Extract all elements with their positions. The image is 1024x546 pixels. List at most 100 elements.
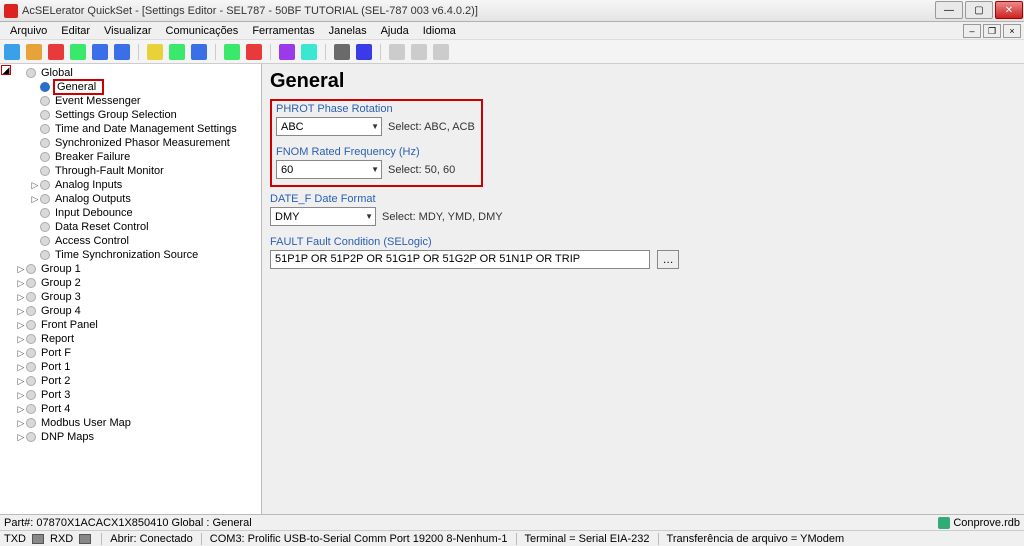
toolbar-icon-11[interactable]: [246, 44, 262, 60]
expand-icon[interactable]: ▷: [16, 418, 26, 429]
tree-collapse-icon[interactable]: ◢: [1, 65, 11, 75]
tree-item[interactable]: ▷Group 2: [2, 276, 259, 290]
menu-comunicacoes[interactable]: Comunicações: [160, 24, 245, 38]
toolbar-icon-14[interactable]: [334, 44, 350, 60]
toolbar-icon-9[interactable]: [191, 44, 207, 60]
toolbar-icon-17[interactable]: [411, 44, 427, 60]
menu-idioma[interactable]: Idioma: [417, 24, 462, 38]
tree-item[interactable]: ▷Modbus User Map: [2, 416, 259, 430]
status-com: COM3: Prolific USB-to-Serial Comm Port 1…: [210, 533, 508, 545]
toolbar-icon-7[interactable]: [147, 44, 163, 60]
toolbar-icon-8[interactable]: [169, 44, 185, 60]
tree-item[interactable]: ▷DNP Maps: [2, 430, 259, 444]
fault-ellipsis-button[interactable]: …: [657, 250, 679, 269]
tree-item[interactable]: ▷Group 3: [2, 290, 259, 304]
toolbar-icon-10[interactable]: [224, 44, 240, 60]
tree-item[interactable]: ▷Group 1: [2, 262, 259, 276]
menu-arquivo[interactable]: Arquivo: [4, 24, 53, 38]
toolbar-icon-12[interactable]: [279, 44, 295, 60]
datef-combo[interactable]: DMY ▼: [270, 207, 376, 226]
expand-icon[interactable]: ▷: [16, 292, 26, 303]
expand-icon[interactable]: ▷: [16, 278, 26, 289]
mdi-buttons: – ❐ ×: [963, 24, 1021, 38]
tree-item[interactable]: Breaker Failure: [2, 150, 259, 164]
tree-item-label: Port 1: [39, 361, 72, 373]
toolbar-icon-1[interactable]: [4, 44, 20, 60]
expand-icon[interactable]: ▷: [16, 390, 26, 401]
menu-ajuda[interactable]: Ajuda: [375, 24, 415, 38]
tree-item[interactable]: Through-Fault Monitor: [2, 164, 259, 178]
mdi-minimize[interactable]: –: [963, 24, 981, 38]
tree-item[interactable]: Synchronized Phasor Measurement: [2, 136, 259, 150]
menu-ferramentas[interactable]: Ferramentas: [246, 24, 320, 38]
tree-item-label: Access Control: [53, 235, 131, 247]
tree-item[interactable]: Input Debounce: [2, 206, 259, 220]
tree-item[interactable]: Event Messenger: [2, 94, 259, 108]
expand-icon[interactable]: ▷: [16, 376, 26, 387]
expand-icon[interactable]: ▷: [16, 334, 26, 345]
expand-icon[interactable]: ▷: [16, 404, 26, 415]
node-icon: [40, 152, 50, 162]
tree-item[interactable]: ▷Report: [2, 332, 259, 346]
toolbar-icon-18[interactable]: [433, 44, 449, 60]
expand-icon[interactable]: ▷: [16, 306, 26, 317]
toolbar-icon-3[interactable]: [48, 44, 64, 60]
expand-icon[interactable]: ▷: [16, 264, 26, 275]
tree-item-label: Settings Group Selection: [53, 109, 179, 121]
tree-item[interactable]: Time and Date Management Settings: [2, 122, 259, 136]
tree-panel[interactable]: ◢ GlobalGeneralEvent MessengerSettings G…: [0, 64, 262, 514]
toolbar-sep-5: [380, 44, 381, 60]
toolbar-icon-16[interactable]: [389, 44, 405, 60]
app-icon: [4, 4, 18, 18]
mdi-close[interactable]: ×: [1003, 24, 1021, 38]
tree-item[interactable]: Global: [2, 66, 259, 80]
toolbar-icon-13[interactable]: [301, 44, 317, 60]
phrot-combo[interactable]: ABC ▼: [276, 117, 382, 136]
expand-icon[interactable]: ▷: [30, 180, 40, 191]
toolbar-icon-2[interactable]: [26, 44, 42, 60]
mdi-restore[interactable]: ❐: [983, 24, 1001, 38]
tree-item[interactable]: ▷Port F: [2, 346, 259, 360]
tree-item[interactable]: ▷Port 3: [2, 388, 259, 402]
tree-item[interactable]: Access Control: [2, 234, 259, 248]
tree-item[interactable]: ▷ Port 1: [2, 360, 259, 374]
minimize-button[interactable]: —: [935, 1, 963, 19]
tree-item[interactable]: Settings Group Selection: [2, 108, 259, 122]
tree-item[interactable]: ▷Analog Outputs: [2, 192, 259, 206]
expand-icon[interactable]: ▷: [16, 362, 26, 373]
node-icon: [26, 264, 36, 274]
toolbar-icon-15[interactable]: [356, 44, 372, 60]
menu-editar[interactable]: Editar: [55, 24, 96, 38]
tree-item[interactable]: ▷Group 4: [2, 304, 259, 318]
menu-janelas[interactable]: Janelas: [323, 24, 373, 38]
tree-item-label: Port 2: [39, 375, 72, 387]
node-icon: [26, 306, 36, 316]
toolbar-icon-5[interactable]: [92, 44, 108, 60]
tree-item[interactable]: ▷ Port 2: [2, 374, 259, 388]
expand-icon[interactable]: ▷: [16, 432, 26, 443]
tree-item[interactable]: ▷Analog Inputs: [2, 178, 259, 192]
tree-item-label: Time Synchronization Source: [53, 249, 200, 261]
tree-item[interactable]: Data Reset Control: [2, 220, 259, 234]
tree-item[interactable]: Time Synchronization Source: [2, 248, 259, 262]
expand-icon[interactable]: ▷: [16, 320, 26, 331]
node-icon: [40, 180, 50, 190]
menu-visualizar[interactable]: Visualizar: [98, 24, 158, 38]
conprove-icon: [938, 517, 950, 529]
fnom-combo[interactable]: 60 ▼: [276, 160, 382, 179]
tree-item[interactable]: ▷Port 4: [2, 402, 259, 416]
expand-icon[interactable]: ▷: [16, 348, 26, 359]
close-button[interactable]: ✕: [995, 1, 1023, 19]
fault-input[interactable]: 51P1P OR 51P2P OR 51G1P OR 51G2P OR 51N1…: [270, 250, 650, 269]
chevron-down-icon: ▼: [365, 212, 373, 221]
expand-icon[interactable]: ▷: [30, 194, 40, 205]
tree-item[interactable]: General: [2, 80, 259, 94]
toolbar-icon-6[interactable]: [114, 44, 130, 60]
tree-item[interactable]: ▷Front Panel: [2, 318, 259, 332]
fault-label: FAULT Fault Condition (SELogic): [270, 236, 1016, 248]
node-icon: [26, 320, 36, 330]
node-icon: [26, 68, 36, 78]
maximize-button[interactable]: ▢: [965, 1, 993, 19]
phrot-value: ABC: [281, 121, 304, 133]
toolbar-icon-4[interactable]: [70, 44, 86, 60]
